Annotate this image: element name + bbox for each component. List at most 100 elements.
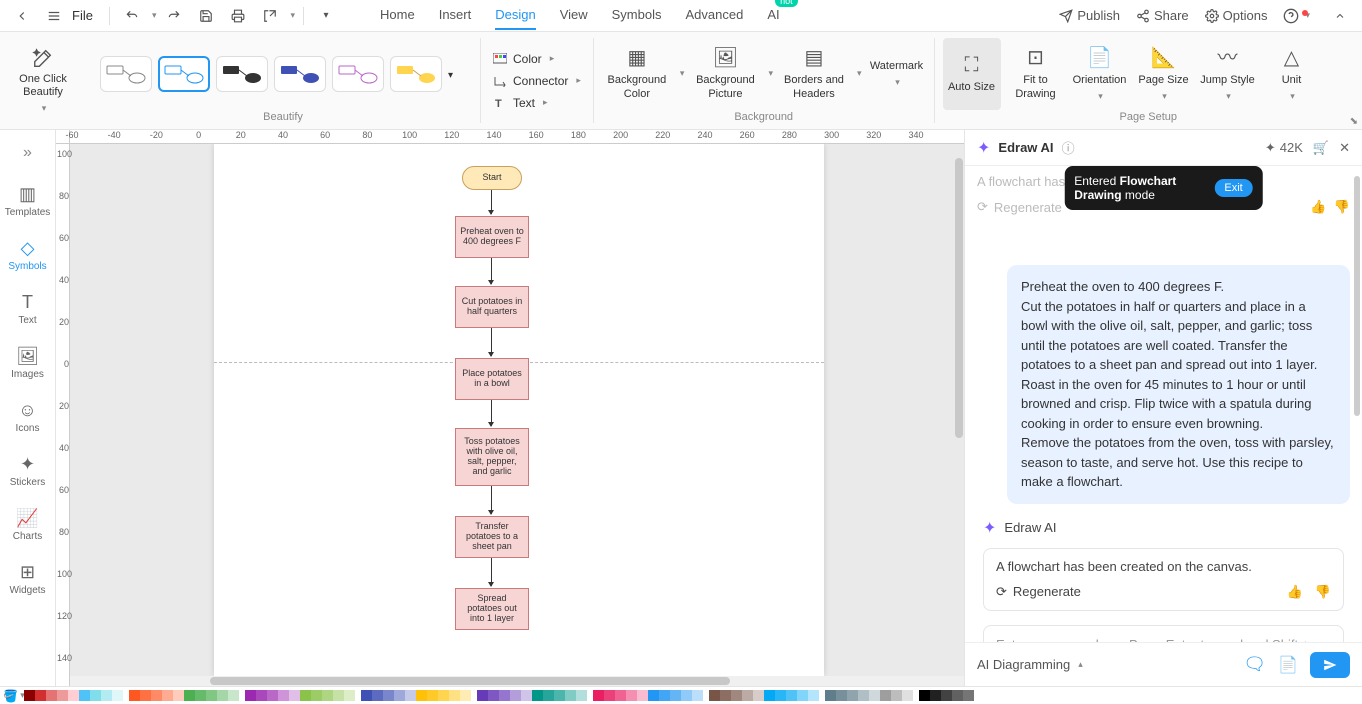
color-swatch[interactable] [322,690,333,701]
color-swatch[interactable] [278,690,289,701]
canvas[interactable]: -60-40-200204060801001201401601802002202… [56,130,964,686]
color-swatch[interactable] [637,690,648,701]
tab-insert[interactable]: Insert [439,1,472,30]
color-swatch[interactable] [930,690,941,701]
color-swatch[interactable] [112,690,123,701]
jump-style-button[interactable]: 〰Jump Style▾ [1199,38,1257,110]
ai-send-button[interactable] [1310,652,1350,678]
sidebar-text[interactable]: TText [0,288,55,330]
color-dropdown[interactable]: Color▸ [489,50,585,68]
watermark-button[interactable]: Watermark▾ [868,38,926,110]
color-swatch[interactable] [195,690,206,701]
tab-design[interactable]: Design [495,1,535,30]
flowchart-node-5[interactable]: Transfer potatoes to a sheet pan [455,516,529,558]
orientation-button[interactable]: 📄Orientation▾ [1071,38,1129,110]
vertical-scrollbar[interactable] [954,158,964,686]
color-swatch[interactable] [394,690,405,701]
one-click-beautify[interactable]: One Click Beautify ▾ [8,47,78,114]
tab-advanced[interactable]: Advanced [686,1,744,30]
color-swatch[interactable] [720,690,731,701]
color-swatch[interactable] [659,690,670,701]
color-swatch[interactable] [477,690,488,701]
color-swatch[interactable] [101,690,112,701]
collapse-ribbon[interactable] [1326,2,1354,30]
file-menu[interactable]: File [72,8,93,23]
thumbs-up-icon[interactable]: 👍 [1287,584,1303,600]
redo-button[interactable] [160,2,188,30]
ai-mode-select[interactable]: AI Diagramming▴ [977,657,1083,672]
color-swatch[interactable] [460,690,471,701]
publish-button[interactable]: Publish [1059,8,1120,23]
ai-cart-icon[interactable]: 🛒 [1313,140,1329,156]
back-button[interactable] [8,2,36,30]
color-swatch[interactable] [963,690,974,701]
flowchart-node-2[interactable]: Cut potatoes in half quarters [455,286,529,328]
color-swatch[interactable] [173,690,184,701]
color-swatch[interactable] [554,690,565,701]
ai-scrollbar[interactable] [1354,166,1360,642]
color-swatch[interactable] [206,690,217,701]
ai-close-icon[interactable]: ✕ [1339,140,1350,156]
unit-button[interactable]: △Unit▾ [1263,38,1321,110]
color-swatch[interactable] [521,690,532,701]
color-swatch[interactable] [24,690,35,701]
color-swatch[interactable] [670,690,681,701]
undo-dropdown[interactable]: ▾ [152,10,157,21]
more-qat[interactable]: ▾ [312,2,340,30]
style-swatch-4[interactable] [274,56,326,92]
color-swatch[interactable] [626,690,637,701]
sidebar-widgets[interactable]: ⊞Widgets [0,558,55,600]
tab-symbols[interactable]: Symbols [612,1,662,30]
color-swatch[interactable] [869,690,880,701]
ai-input[interactable]: Enter your query here. Press Enter to se… [983,625,1344,643]
color-swatch[interactable] [532,690,543,701]
tab-ai[interactable]: AIhot [767,1,779,30]
color-swatch[interactable] [604,690,615,701]
color-swatch[interactable] [68,690,79,701]
save-button[interactable] [192,2,220,30]
color-swatch[interactable] [753,690,764,701]
color-swatch[interactable] [941,690,952,701]
color-swatch[interactable] [825,690,836,701]
h-scroll-thumb[interactable] [210,677,730,685]
color-swatch[interactable] [543,690,554,701]
color-swatch[interactable] [692,690,703,701]
color-swatch[interactable] [510,690,521,701]
flowchart-node-1[interactable]: Preheat oven to 400 degrees F [455,216,529,258]
borders-dd[interactable]: ▾ [857,68,862,79]
color-swatch[interactable] [228,690,239,701]
paint-bucket-icon[interactable]: 🪣▾ [4,689,24,703]
color-swatch[interactable] [372,690,383,701]
background-picture-button[interactable]: 🖼Background Picture [690,38,760,110]
flowchart-node-4[interactable]: Toss potatoes with olive oil, salt, pepp… [455,428,529,486]
color-swatch[interactable] [333,690,344,701]
color-swatch[interactable] [405,690,416,701]
color-swatch[interactable] [847,690,858,701]
color-swatch[interactable] [245,690,256,701]
color-swatch[interactable] [919,690,930,701]
horizontal-scrollbar[interactable] [70,676,964,686]
auto-size-button[interactable]: ⛶Auto Size [943,38,1001,110]
color-swatch[interactable] [361,690,372,701]
borders-headers-button[interactable]: ▤Borders and Headers [779,38,849,110]
color-swatch[interactable] [256,690,267,701]
print-button[interactable] [224,2,252,30]
color-swatch[interactable] [808,690,819,701]
color-swatch[interactable] [681,690,692,701]
regenerate-button[interactable]: ⟳Regenerate [996,584,1081,600]
sidebar-stickers[interactable]: ✦Stickers [0,450,55,492]
color-swatch[interactable] [427,690,438,701]
ai-doc-icon[interactable]: 📄 [1278,655,1298,675]
color-swatch[interactable] [217,690,228,701]
exit-mode-button[interactable]: Exit [1214,179,1252,197]
color-swatch[interactable] [593,690,604,701]
flowchart-node-6[interactable]: Spread potatoes out into 1 layer [455,588,529,630]
undo-button[interactable] [118,2,146,30]
color-swatch[interactable] [162,690,173,701]
color-swatch[interactable] [648,690,659,701]
color-swatch[interactable] [289,690,300,701]
color-swatch[interactable] [742,690,753,701]
color-swatch[interactable] [300,690,311,701]
color-swatch[interactable] [576,690,587,701]
page[interactable]: Start Preheat oven to 400 degrees F Cut … [214,144,824,676]
